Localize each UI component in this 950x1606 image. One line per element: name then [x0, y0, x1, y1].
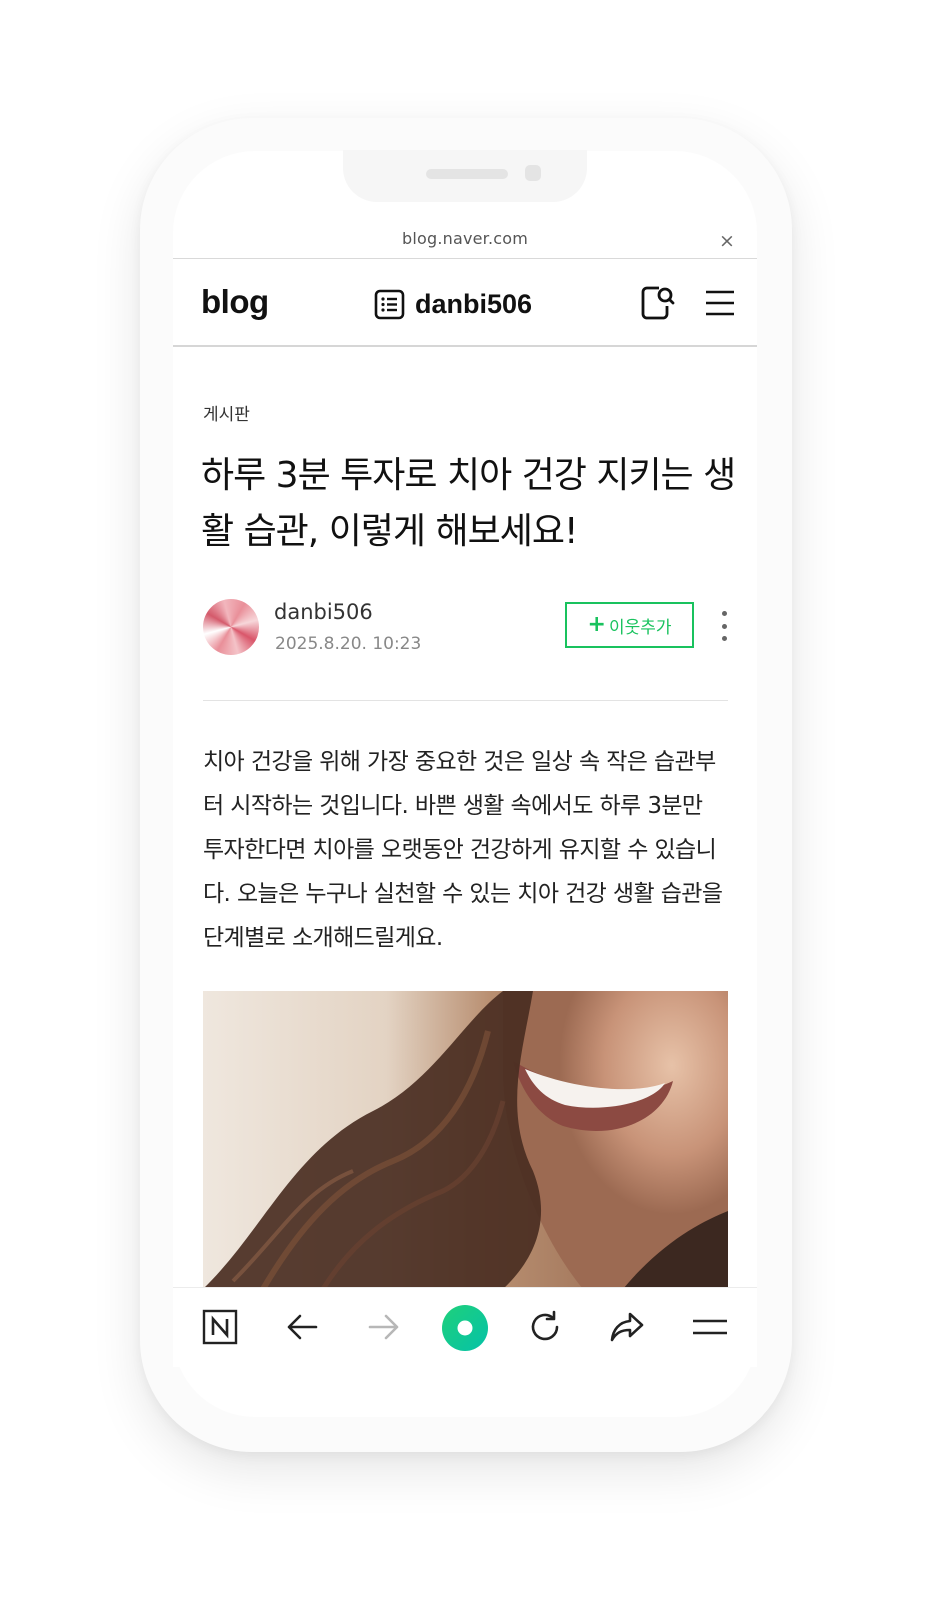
menu-icon[interactable]	[688, 1305, 732, 1349]
plus-icon: +	[587, 612, 606, 637]
menu-icon[interactable]	[704, 287, 736, 319]
phone-camera	[525, 165, 541, 181]
blog-logo[interactable]: blog	[201, 283, 269, 321]
blog-title-link[interactable]: danbi506	[374, 286, 532, 322]
post-date: 2025.8.20. 10:23	[275, 634, 422, 654]
list-icon	[374, 289, 405, 319]
post-category[interactable]: 게시판	[203, 400, 250, 425]
naver-home-icon[interactable]	[198, 1305, 242, 1349]
forward-icon[interactable]	[362, 1305, 406, 1349]
more-options-icon[interactable]	[713, 608, 735, 644]
meta-divider	[203, 700, 728, 701]
search-chat-icon[interactable]	[639, 284, 677, 322]
post-title: 하루 3분 투자로 치아 건강 지키는 생활 습관, 이렇게 해보세요!	[201, 455, 736, 552]
close-icon[interactable]: ×	[714, 228, 740, 254]
smiling-woman-image	[203, 991, 728, 1289]
author-name[interactable]: danbi506	[274, 600, 373, 624]
stage: blog.naver.com × blog danbi506 게시판 하루 3분…	[0, 0, 950, 1606]
refresh-icon[interactable]	[523, 1305, 567, 1349]
add-neighbor-button[interactable]: + 이웃추가	[565, 602, 694, 648]
avatar[interactable]	[203, 599, 259, 655]
blog-name: danbi506	[415, 288, 533, 319]
post-photo	[203, 991, 728, 1289]
url-text[interactable]: blog.naver.com	[173, 229, 757, 248]
share-icon[interactable]	[605, 1305, 649, 1349]
green-dot-icon[interactable]	[441, 1304, 489, 1352]
add-neighbor-label: 이웃추가	[608, 617, 672, 638]
phone-speaker	[426, 169, 508, 179]
back-icon[interactable]	[280, 1305, 324, 1349]
header-divider	[173, 345, 757, 347]
post-body: 치아 건강을 위해 가장 중요한 것은 일상 속 작은 습관부터 시작하는 것입…	[203, 749, 723, 951]
url-divider	[173, 258, 757, 259]
